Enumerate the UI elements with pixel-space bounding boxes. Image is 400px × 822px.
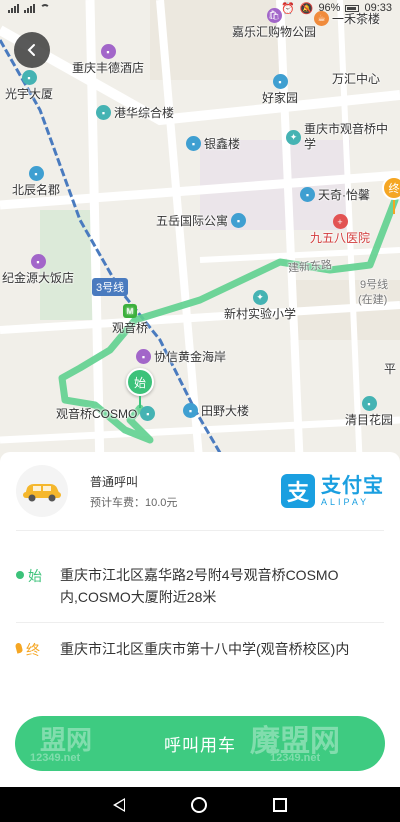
end-address: 重庆市江北区重庆市第十八中学(观音桥校区)内 — [60, 641, 350, 657]
building-icon: ▪ — [231, 213, 247, 228]
poi-gyq-school[interactable]: ✦ 重庆市观音桥中学 — [286, 122, 388, 152]
residence-icon: ▪ — [300, 187, 315, 202]
battery-percent: 96% — [318, 2, 341, 14]
end-marker[interactable]: 终 — [382, 176, 400, 200]
start-dot-icon — [16, 571, 24, 579]
nav-back-icon[interactable] — [113, 797, 125, 812]
alipay-logo-icon: 支 — [281, 474, 315, 508]
chevron-left-icon — [27, 44, 35, 56]
payment-name: 支付宝 — [321, 475, 384, 497]
poi-tianqi[interactable]: ▪ 天奇·怡馨 — [300, 186, 370, 203]
call-car-button[interactable]: 呼叫用车 — [15, 716, 385, 771]
divider — [16, 530, 384, 531]
poi-xiexin[interactable]: ▪ 协信黄金海岸 — [136, 348, 226, 365]
mute-icon: 🔕 — [299, 2, 314, 15]
metro-station[interactable]: M 观音桥 — [112, 304, 148, 336]
residence-icon: ▪ — [272, 74, 288, 89]
residence-icon: ▪ — [136, 349, 151, 364]
poi-beichen[interactable]: ▪ 北辰名郡 — [12, 166, 60, 198]
start-marker-stem — [139, 396, 141, 408]
ride-sheet: 普通呼叫 预计车费：10.0元 支 支付宝 ALIPAY 始 重庆市江北区嘉华路… — [0, 452, 400, 787]
poi-wuyue[interactable]: 五岳国际公寓 ▪ — [156, 212, 247, 229]
back-button[interactable] — [14, 32, 50, 68]
poi-xincun-school[interactable]: ✦ 新村实验小学 — [224, 290, 296, 322]
hotel-icon: ▪ — [30, 254, 46, 269]
school-icon: ✦ — [286, 129, 301, 145]
alarm-icon: ⏰ — [281, 2, 295, 15]
signal-icon — [8, 3, 19, 13]
poi-qingmu[interactable]: ▪ 清目花园 — [345, 396, 393, 428]
clock: 09:33 — [364, 2, 392, 14]
end-pin-icon — [14, 642, 24, 654]
school-icon: ✦ — [252, 290, 268, 305]
battery-icon — [345, 4, 360, 12]
car-icon — [16, 465, 68, 517]
system-nav-bar — [0, 787, 400, 822]
line9-label: 9号线 — [360, 279, 389, 291]
ride-type: 普通呼叫 — [90, 474, 139, 489]
metro-line-tag: 3号线 — [92, 278, 129, 296]
fare-estimate: 预计车费：10.0元 — [90, 496, 178, 509]
building-icon: ▪ — [96, 105, 111, 120]
start-address: 重庆市江北区嘉华路2号附4号观音桥COSMO内,COSMO大厦附近28米 — [60, 567, 339, 605]
divider — [16, 622, 384, 623]
building-icon: ▪ — [140, 406, 156, 421]
poi-wanhui[interactable]: 万汇中心 — [332, 70, 380, 87]
poi-guangyu[interactable]: ▪ 光宇大厦 — [5, 70, 53, 102]
poi-haojiayuan[interactable]: ▪ 好家园 — [262, 74, 298, 106]
nav-recent-icon[interactable] — [273, 797, 287, 812]
building-icon: ▪ — [183, 403, 198, 418]
start-tag: 始 — [28, 568, 42, 584]
end-marker-stem — [393, 200, 395, 214]
end-tag: 终 — [26, 642, 40, 658]
poi-hospital-958[interactable]: + 九五八医院 — [310, 214, 370, 246]
poi-fengde[interactable]: ▪ 重庆丰德酒店 — [72, 44, 144, 76]
signal-icon — [24, 3, 35, 13]
payment-name-en: ALIPAY — [321, 497, 370, 507]
line9-note: (在建) — [358, 294, 388, 306]
poi-tianye[interactable]: ▪ 田野大楼 — [183, 402, 249, 419]
ride-option[interactable]: 普通呼叫 预计车费：10.0元 支 支付宝 ALIPAY — [16, 462, 384, 520]
metro-icon: M — [123, 304, 137, 318]
nav-home-icon[interactable] — [191, 796, 207, 813]
building-icon: ▪ — [21, 70, 37, 85]
poi-ganghua[interactable]: ▪ 港华综合楼 — [96, 104, 174, 121]
hospital-icon: + — [332, 214, 348, 229]
hotel-icon: ▪ — [100, 44, 116, 59]
poi-jijinyuan[interactable]: ▪ 纪金源大饭店 — [2, 254, 74, 286]
wifi-icon — [40, 4, 50, 12]
payment-method[interactable]: 支 支付宝 ALIPAY — [281, 474, 384, 508]
start-marker[interactable]: 始 — [126, 368, 154, 396]
map-view[interactable]: 🛍 嘉乐汇购物公园 ☕ 一禾茶楼 ▪ 重庆丰德酒店 ▪ 光宇大厦 万汇中心 ▪ … — [0, 0, 400, 470]
poi-yinxin[interactable]: ▪ 银鑫楼 — [186, 135, 240, 152]
residence-icon: ▪ — [28, 166, 44, 181]
start-address-row[interactable]: 始 重庆市江北区嘉华路2号附4号观音桥COSMO内,COSMO大厦附近28米 — [16, 564, 384, 608]
status-bar: ⏰ 🔕 96% 09:33 — [0, 0, 400, 16]
map-edge-label: 平 — [384, 362, 397, 376]
building-icon: ▪ — [186, 136, 201, 151]
residence-icon: ▪ — [361, 396, 377, 411]
end-address-row[interactable]: 终 重庆市江北区重庆市第十八中学(观音桥校区)内 — [14, 638, 384, 660]
